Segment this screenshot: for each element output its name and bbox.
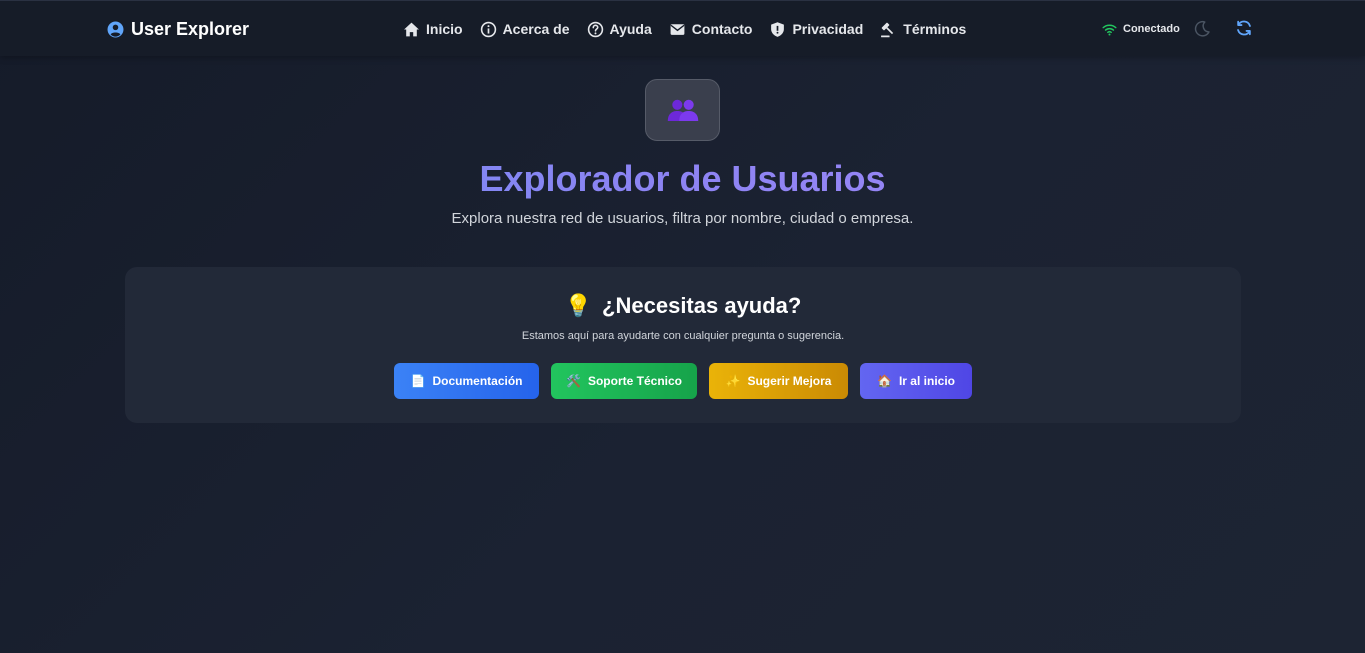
nav-link-label: Términos [903, 21, 967, 37]
button-label: Sugerir Mejora [747, 374, 832, 388]
wifi-icon [1102, 23, 1117, 35]
user-circle-icon [107, 21, 124, 38]
info-icon [480, 21, 496, 37]
main-nav: Inicio Acerca de Ayuda Contacto Privacid… [403, 18, 966, 40]
question-icon [587, 21, 603, 37]
nav-link-label: Inicio [426, 21, 463, 37]
nav-link-label: Privacidad [792, 21, 864, 37]
sparkles-icon: ✨ [725, 374, 741, 388]
suggest-improvement-button[interactable]: ✨ Sugerir Mejora [709, 363, 848, 399]
nav-link-contacto[interactable]: Contacto [669, 21, 753, 38]
button-label: Documentación [432, 374, 523, 388]
refresh-button[interactable] [1235, 19, 1253, 37]
users-icon [667, 99, 698, 121]
documentation-button[interactable]: 📄 Documentación [394, 363, 539, 399]
connection-status: Conectado [1102, 20, 1180, 38]
help-subtitle: Estamos aquí para ayudarte con cualquier… [521, 330, 845, 342]
gavel-icon [881, 22, 894, 37]
page-title: Explorador de Usuarios [0, 156, 1365, 202]
shield-icon [771, 21, 785, 37]
hero-icon-box [645, 79, 720, 141]
home-icon [404, 22, 419, 36]
nav-link-label: Contacto [691, 21, 753, 37]
nav-link-label: Acerca de [502, 21, 570, 37]
status-label: Conectado [1123, 23, 1180, 35]
brand-logo[interactable]: User Explorer [107, 18, 249, 40]
help-title-text: ¿Necesitas ayuda? [602, 293, 802, 318]
moon-icon [1194, 20, 1210, 37]
nav-link-inicio[interactable]: Inicio [403, 21, 463, 38]
document-icon: 📄 [410, 374, 426, 388]
top-navbar: User Explorer Inicio Acerca de Ayuda Con… [0, 0, 1365, 56]
house-icon: 🏠 [877, 374, 892, 388]
button-label: Ir al inicio [898, 374, 955, 388]
nav-link-terminos[interactable]: Términos [880, 21, 966, 38]
help-title: 💡 ¿Necesitas ayuda? [125, 293, 1241, 319]
nav-link-label: Ayuda [609, 21, 652, 37]
page-subtitle: Explora nuestra red de usuarios, filtra … [451, 210, 914, 227]
nav-link-privacidad[interactable]: Privacidad [769, 21, 863, 38]
nav-link-ayuda[interactable]: Ayuda [587, 21, 652, 38]
tech-support-button[interactable]: 🛠️ Soporte Técnico [551, 363, 697, 399]
envelope-icon [670, 23, 685, 35]
go-home-button[interactable]: 🏠 Ir al inicio [860, 363, 972, 399]
tools-icon: 🛠️ [566, 374, 581, 388]
theme-toggle-button[interactable] [1193, 20, 1211, 38]
refresh-icon [1237, 20, 1251, 36]
help-card: 💡 ¿Necesitas ayuda? Estamos aquí para ay… [125, 267, 1241, 423]
nav-link-acerca[interactable]: Acerca de [480, 21, 570, 38]
lightbulb-icon: 💡 [564, 293, 593, 318]
button-label: Soporte Técnico [587, 374, 682, 388]
brand-name: User Explorer [131, 18, 250, 39]
